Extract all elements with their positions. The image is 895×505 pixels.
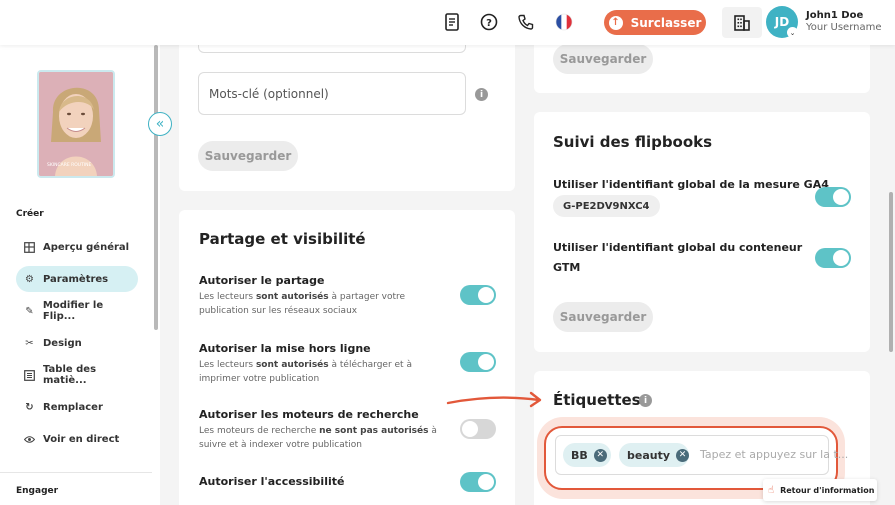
main-scrollbar[interactable]: [889, 192, 893, 352]
svg-text:?: ?: [486, 18, 492, 29]
keywords-input[interactable]: Mots-clé (optionnel): [198, 72, 466, 115]
feedback-button[interactable]: ☝ Retour d'information: [763, 479, 877, 501]
option-title: Autoriser les moteurs de recherche: [199, 408, 419, 421]
sidebar-item-overview[interactable]: Aperçu général: [16, 234, 138, 260]
collapse-sidebar-button[interactable]: «: [148, 112, 172, 136]
info-icon[interactable]: i: [639, 394, 652, 407]
save-button[interactable]: Sauvegarder: [198, 141, 298, 171]
remove-tag-icon[interactable]: ✕: [676, 448, 689, 462]
sidebar-item-view-live[interactable]: Voir en direct: [16, 426, 138, 452]
pencil-icon: ✎: [25, 305, 34, 317]
top-bar: ? ↑ Surclasser JD ⌄ John1 Doe Your Usern…: [0, 0, 895, 45]
tag-label: BB: [571, 448, 588, 462]
feedback-label: Retour d'information: [780, 485, 875, 495]
metadata-card: Mots-clé (optionnel) i Sauvegarder: [179, 22, 515, 191]
phone-icon[interactable]: [516, 12, 536, 32]
building-icon[interactable]: [722, 7, 762, 38]
refresh-icon: ↻: [25, 401, 34, 413]
user-name: John1 Doe: [806, 10, 864, 21]
sidebar-item-edit-flipbook[interactable]: ✎ Modifier le Flip...: [16, 298, 138, 324]
tags-title: Étiquettes: [553, 391, 641, 409]
ga4-label: Utiliser l'identifiant global de la mesu…: [553, 178, 829, 191]
sidebar-item-label: Paramètres: [43, 273, 109, 285]
flipbook-thumbnail[interactable]: SKINCARE ROUTINE: [37, 70, 115, 178]
avatar-initials: JD: [774, 15, 790, 29]
option-description: Les moteurs de recherche ne sont pas aut…: [199, 426, 437, 450]
hand-icon: ☝: [768, 484, 775, 496]
sidebar-item-label: Design: [43, 337, 82, 349]
allow-search-engines-toggle[interactable]: [460, 419, 496, 439]
remove-tag-icon[interactable]: ✕: [593, 448, 607, 462]
gtm-label: Utiliser l'identifiant global du contene…: [553, 241, 803, 254]
tag-chip[interactable]: beauty ✕: [619, 443, 689, 467]
sidebar-item-replace[interactable]: ↻ Remplacer: [16, 394, 138, 420]
pointer-arrow: [446, 391, 542, 408]
sharing-card: Partage et visibilité Autoriser le parta…: [179, 210, 515, 505]
tag-label: beauty: [627, 448, 671, 462]
tracking-card: Suivi des flipbooks Utiliser l'identifia…: [534, 112, 870, 352]
upgrade-label: Surclasser: [630, 15, 702, 30]
allow-accessibility-toggle[interactable]: [460, 472, 496, 492]
option-title: Autoriser le partage: [199, 274, 325, 287]
sidebar-item-label: Aperçu général: [43, 241, 130, 253]
thumbnail-caption: SKINCARE ROUTINE: [47, 162, 92, 168]
sidebar-scrollbar[interactable]: [154, 45, 158, 330]
flag-fr-icon[interactable]: [554, 12, 574, 32]
eye-icon: [24, 434, 35, 445]
sidebar-divider: [0, 472, 152, 473]
sidebar-item-label: Voir en direct: [43, 433, 120, 445]
document-icon[interactable]: [442, 12, 462, 32]
allow-offline-toggle[interactable]: [460, 352, 496, 372]
section-create: Créer: [16, 209, 44, 219]
info-icon[interactable]: i: [475, 88, 488, 101]
save-button[interactable]: Sauvegarder: [553, 302, 653, 332]
sidebar-item-label: Remplacer: [43, 401, 103, 413]
allow-sharing-toggle[interactable]: [460, 285, 496, 305]
gtm-label-2: GTM: [553, 261, 581, 274]
sidebar-item-label: Table des matiè...: [43, 364, 97, 386]
gtm-global-toggle[interactable]: [815, 248, 851, 268]
ga4-global-toggle[interactable]: [815, 187, 851, 207]
user-username: Your Username: [806, 22, 882, 33]
tracking-title: Suivi des flipbooks: [553, 133, 713, 151]
design-icon: ✂: [25, 337, 34, 349]
sharing-title: Partage et visibilité: [199, 230, 366, 248]
upgrade-button[interactable]: ↑ Surclasser: [604, 10, 706, 35]
chevron-down-icon[interactable]: ⌄: [787, 27, 798, 38]
option-title: Autoriser l'accessibilité: [199, 475, 345, 488]
sidebar-item-label: Modifier le Flip...: [42, 300, 104, 322]
option-description: Les lecteurs sont autorisés à télécharge…: [199, 360, 412, 384]
keywords-placeholder: Mots-clé (optionnel): [209, 86, 329, 101]
gear-icon: ⚙: [25, 273, 34, 285]
section-engage: Engager: [16, 486, 59, 496]
sidebar: SKINCARE ROUTINE Créer Aperçu général ⚙ …: [0, 45, 160, 505]
sidebar-item-settings[interactable]: ⚙ Paramètres: [16, 266, 138, 292]
help-icon[interactable]: ?: [479, 12, 499, 32]
layout-icon: [24, 241, 35, 253]
option-title: Autoriser la mise hors ligne: [199, 342, 371, 355]
arrow-up-icon: ↑: [608, 15, 623, 30]
tags-placeholder: Tapez et appuyez sur la t...: [700, 448, 849, 461]
ga4-id-badge: G-PE2DV9NXC4: [553, 195, 660, 217]
sidebar-item-design[interactable]: ✂ Design: [16, 330, 138, 356]
list-icon: [24, 369, 35, 381]
tag-chip[interactable]: BB ✕: [563, 443, 611, 467]
save-button[interactable]: Sauvegarder: [553, 44, 653, 74]
sidebar-item-toc[interactable]: Table des matiè...: [16, 362, 138, 388]
chevrons-left-icon: «: [155, 116, 165, 132]
option-description: Les lecteurs sont autorisés à partager v…: [199, 292, 406, 316]
